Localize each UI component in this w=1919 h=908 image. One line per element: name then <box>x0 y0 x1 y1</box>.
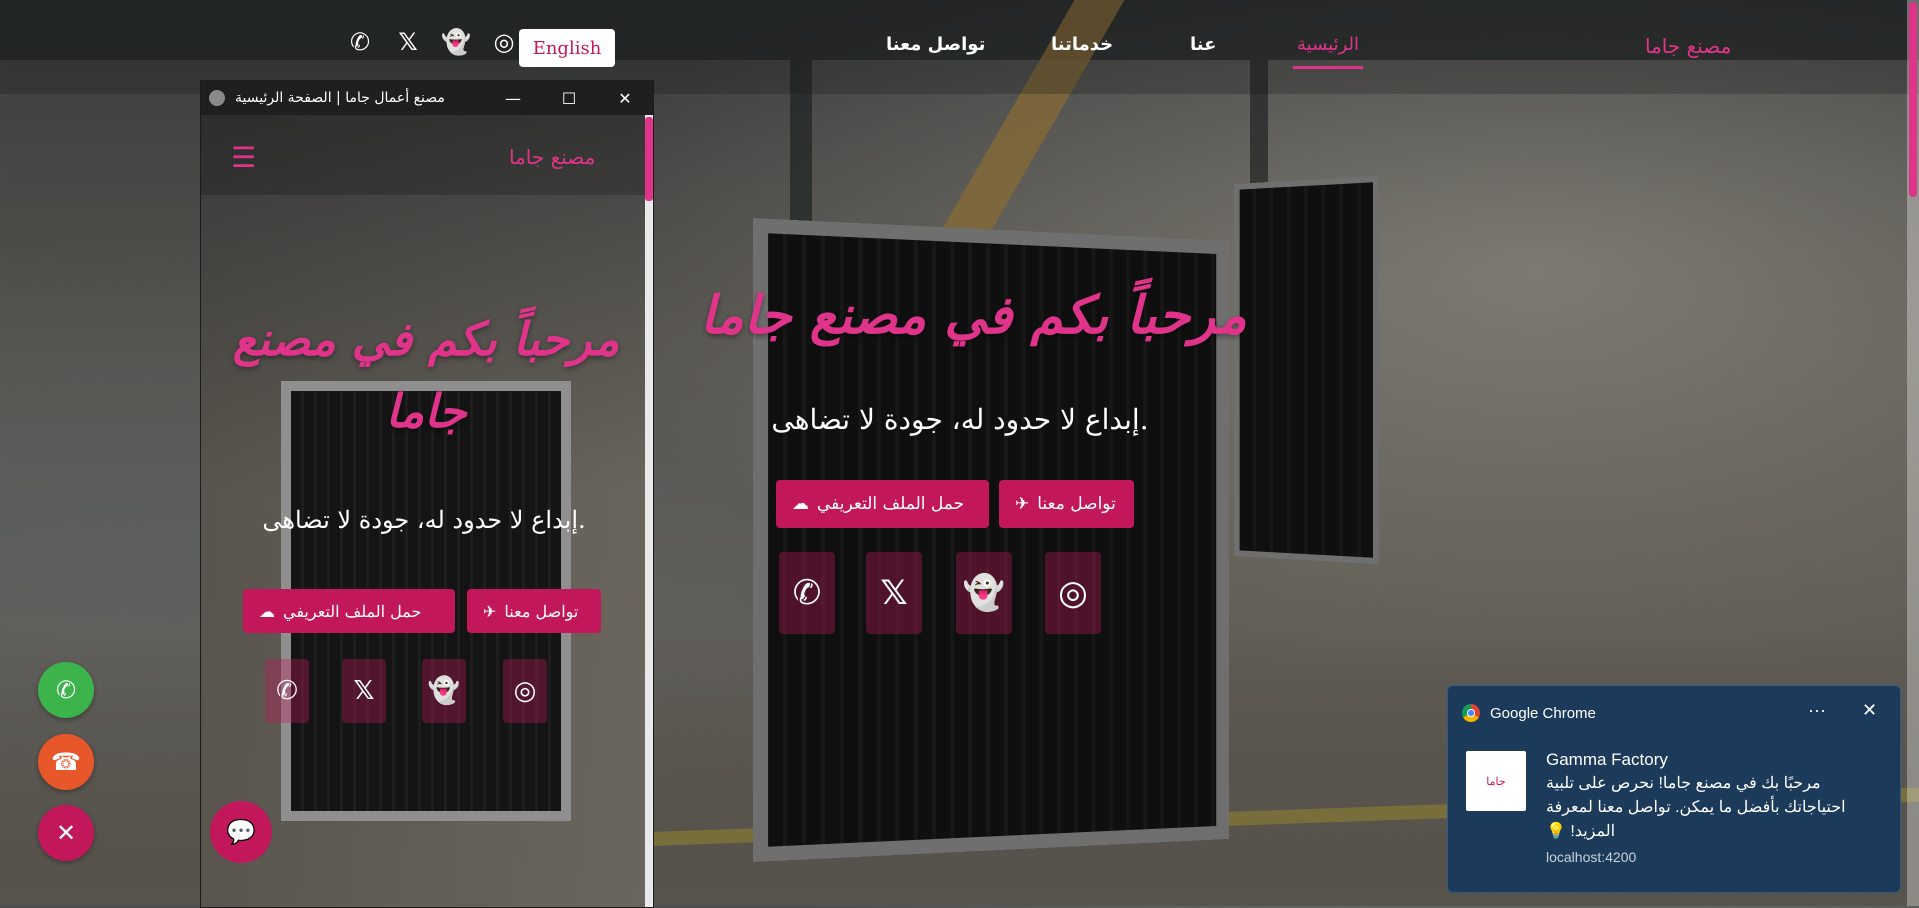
hero-instagram-icon[interactable]: ◎ <box>1045 552 1101 634</box>
close-icon: ✕ <box>55 819 77 847</box>
popup-x-icon[interactable]: 𝕏 <box>342 659 386 723</box>
x-icon[interactable]: 𝕏 <box>394 28 422 56</box>
close-fab[interactable]: ✕ <box>38 805 94 861</box>
popup-browser-window: مصنع أعمال جاما | الصفحة الرئيسية — ☐ ✕ … <box>200 80 654 908</box>
cloud-download-icon: ☁ <box>792 494 809 514</box>
maximize-icon[interactable]: ☐ <box>541 89 597 108</box>
nav-link-home[interactable]: الرئيسية <box>1293 34 1363 69</box>
chrome-notification[interactable]: Google Chrome ··· ✕ جاما Gamma Factory م… <box>1447 685 1901 893</box>
globe-icon <box>209 90 225 106</box>
nav-link-services[interactable]: خدماتنا <box>1051 34 1113 55</box>
chrome-icon <box>1462 704 1480 722</box>
hero-snapchat-icon[interactable]: 👻 <box>956 552 1012 634</box>
popup-download-label: حمل الملف التعريفي <box>283 601 422 621</box>
snapchat-icon[interactable]: 👻 <box>441 28 471 56</box>
popup-whatsapp-icon[interactable]: ✆ <box>265 659 309 723</box>
notification-app-name: Google Chrome <box>1490 704 1596 722</box>
popup-snapchat-icon[interactable]: 👻 <box>422 659 466 723</box>
popup-hero-title-line1: مرحباً بكم في مصنع <box>232 312 620 366</box>
popup-navbar: ☰ مصنع جاما <box>201 115 645 195</box>
download-profile-label: حمل الملف التعريفي <box>817 494 965 514</box>
notification-header: Google Chrome <box>1462 704 1596 722</box>
close-icon[interactable]: ✕ <box>597 89 653 108</box>
notification-thumb-text: جاما <box>1486 774 1506 788</box>
whatsapp-fab[interactable]: ✆ <box>38 662 94 718</box>
phone-fab[interactable]: ☎ <box>38 734 94 790</box>
whatsapp-icon: ✆ <box>55 676 77 704</box>
popup-contact-us-button[interactable]: ✈ تواصل معنا <box>467 589 601 633</box>
hero-whatsapp-icon[interactable]: ✆ <box>779 552 835 634</box>
window-title: مصنع أعمال جاما | الصفحة الرئيسية <box>235 90 445 106</box>
download-profile-button[interactable]: ☁ حمل الملف التعريفي <box>776 480 989 528</box>
top-social-links: ✆ 𝕏 👻 ◎ <box>346 28 518 56</box>
language-button[interactable]: English <box>519 29 615 67</box>
more-options-icon[interactable]: ··· <box>1808 700 1826 721</box>
popup-download-profile-button[interactable]: ☁ حمل الملف التعريفي <box>243 589 455 633</box>
paper-plane-icon: ✈ <box>1015 494 1030 514</box>
notification-close-icon[interactable]: ✕ <box>1862 700 1877 721</box>
paper-plane-icon: ✈ <box>483 601 497 621</box>
instagram-icon[interactable]: ◎ <box>490 28 518 56</box>
window-titlebar[interactable]: مصنع أعمال جاما | الصفحة الرئيسية — ☐ ✕ <box>201 81 653 115</box>
popup-hero-title: مرحباً بكم في مصنع جاما <box>221 303 631 447</box>
notification-thumbnail: جاما <box>1466 751 1526 811</box>
notification-source: localhost:4200 <box>1546 849 1637 865</box>
minimize-icon[interactable]: — <box>485 89 541 108</box>
chat-bubble-button[interactable]: 💬 <box>210 801 272 863</box>
popup-contact-label: تواصل معنا <box>504 601 579 621</box>
cloud-download-icon: ☁ <box>259 601 275 621</box>
hamburger-menu-icon[interactable]: ☰ <box>231 141 256 174</box>
popup-instagram-icon[interactable]: ◎ <box>503 659 547 723</box>
popup-hero-title-line2: جاما <box>385 384 467 438</box>
page-scrollbar[interactable] <box>1907 0 1919 906</box>
contact-us-label: تواصل معنا <box>1037 494 1116 514</box>
popup-hero-subtitle: إبداع لا حدود له، جودة لا تضاهى. <box>262 506 586 534</box>
notification-sender: Gamma Factory <box>1546 750 1668 769</box>
hero-subtitle: إبداع لا حدود له، جودة لا تضاهى. <box>771 403 1149 436</box>
whatsapp-icon[interactable]: ✆ <box>346 28 374 56</box>
phone-icon: ☎ <box>51 748 81 776</box>
hero-x-icon[interactable]: 𝕏 <box>866 552 922 634</box>
popup-brand[interactable]: مصنع جاما <box>509 145 595 169</box>
chat-icon: 💬 <box>226 818 256 846</box>
notification-message: مرحبًا بك في مصنع جاما! نحرص على تلبية ا… <box>1546 775 1846 840</box>
popup-scrollbar[interactable] <box>645 115 653 907</box>
hero-title: مرحباً بكم في مصنع جاما <box>700 285 1247 346</box>
contact-us-button[interactable]: ✈ تواصل معنا <box>999 480 1134 528</box>
nav-link-contact[interactable]: تواصل معنا <box>886 34 985 55</box>
brand-logo[interactable]: مصنع جاما <box>1645 34 1731 58</box>
nav-link-about[interactable]: عنا <box>1190 34 1216 55</box>
